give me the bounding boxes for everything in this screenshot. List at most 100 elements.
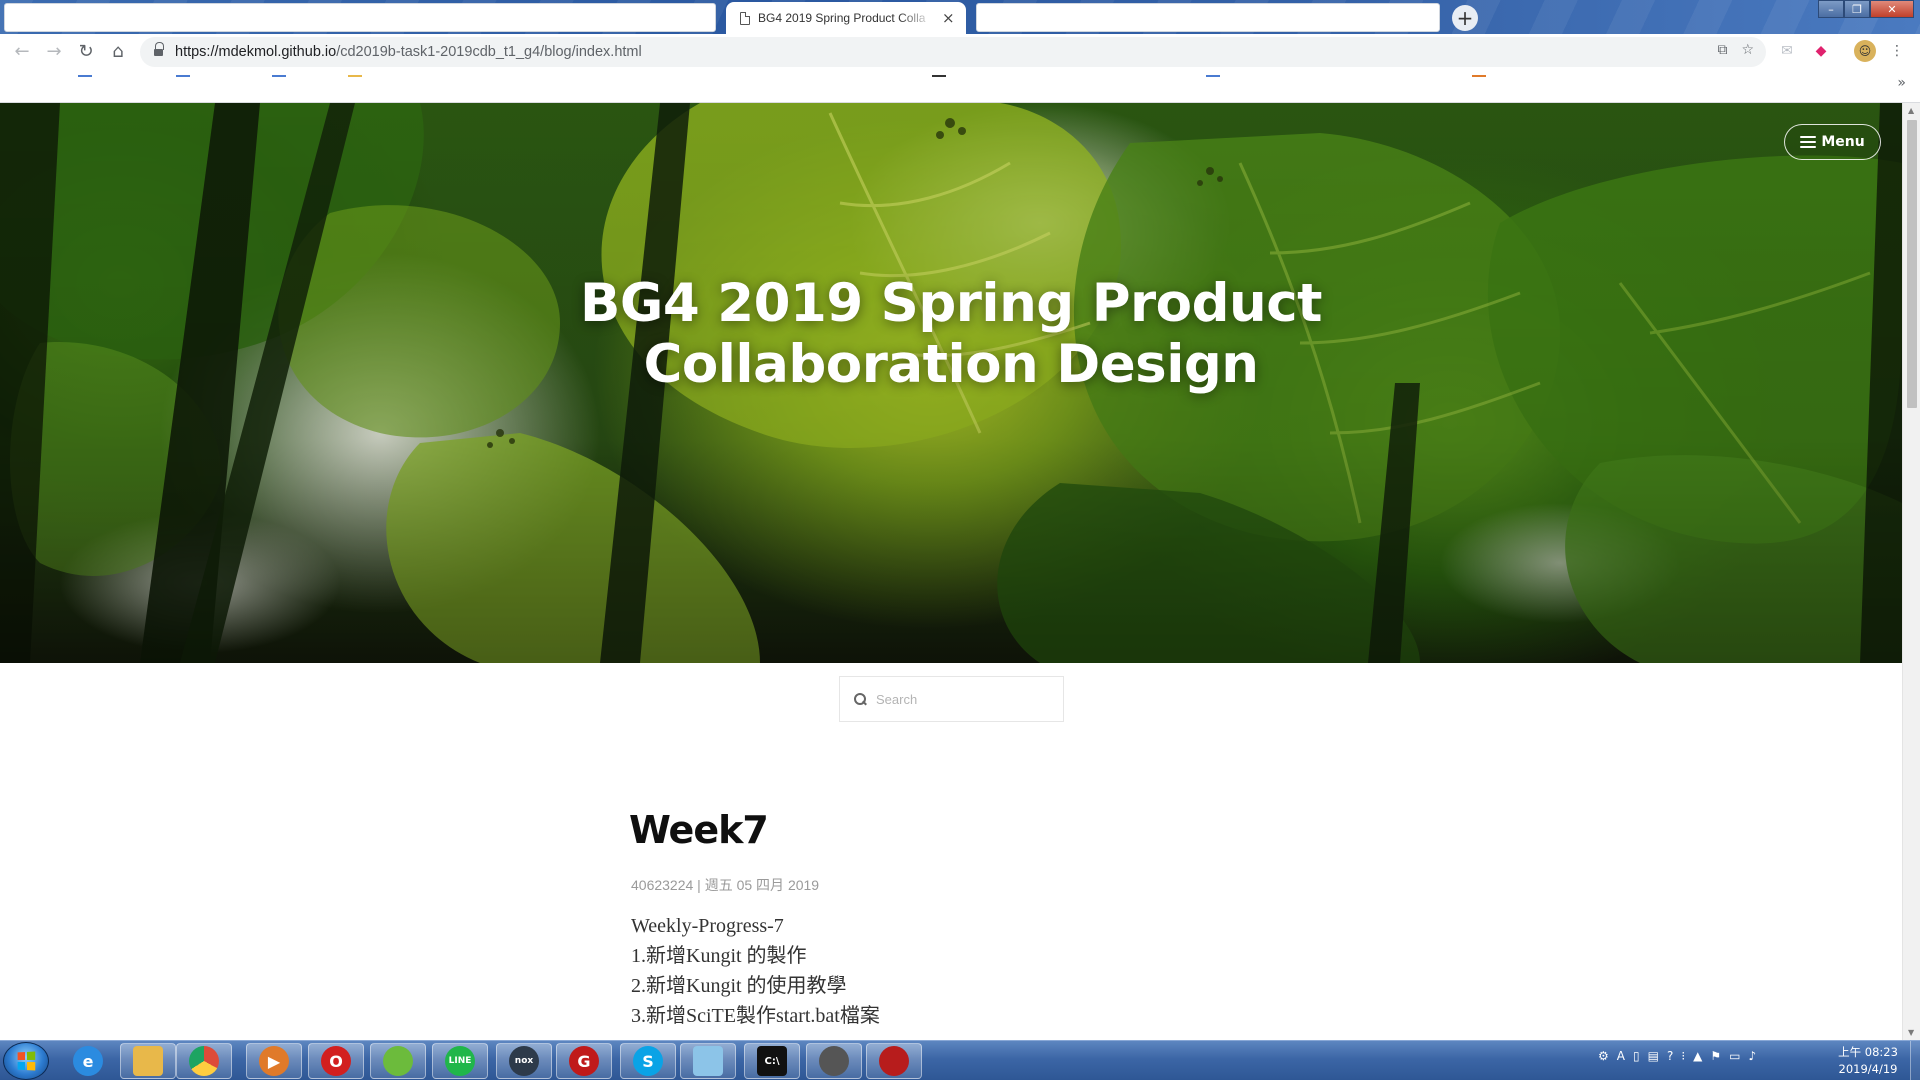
- scrollbar-thumb[interactable]: [1907, 120, 1917, 408]
- bookmark-item[interactable]: [348, 75, 362, 77]
- translate-icon[interactable]: ⧉: [1717, 42, 1727, 58]
- search-icon: [854, 693, 866, 705]
- url-text[interactable]: https://mdekmol.github.io/cd2019b-task1-…: [175, 44, 642, 60]
- post-summary: Weekly-Progress-7 1.新增Kungit 的製作 2.新增Kun…: [631, 911, 880, 1031]
- media-player-icon: ▶: [259, 1046, 289, 1076]
- scroll-down-icon[interactable]: ▼: [1908, 1028, 1914, 1037]
- opera-icon: O: [321, 1046, 351, 1076]
- taskbar-game-button[interactable]: [866, 1043, 922, 1079]
- hero-banner: Menu BG4 2019 Spring Product Collaborati…: [0, 103, 1902, 663]
- bookmark-item[interactable]: [176, 75, 190, 77]
- bookmarks-bar: »: [0, 69, 1920, 103]
- explorer-icon: [133, 1046, 163, 1076]
- show-desktop-button[interactable]: [1910, 1041, 1920, 1080]
- browser-menu-icon[interactable]: ⋮: [1886, 40, 1908, 62]
- extension-icon-2[interactable]: ◆: [1810, 40, 1832, 62]
- post-meta: 40623224 | 週五 05 四月 2019: [631, 877, 820, 893]
- nox-icon: nox: [509, 1046, 539, 1076]
- bookmark-item[interactable]: [932, 75, 946, 77]
- lock-icon[interactable]: [154, 41, 164, 58]
- show-hidden-icons[interactable]: ▲: [1693, 1049, 1702, 1063]
- post-line: 1.新增Kungit 的製作: [631, 945, 807, 967]
- minimize-icon[interactable]: –: [1818, 0, 1844, 18]
- taskbar-opera-button[interactable]: O: [308, 1043, 364, 1079]
- clock-time: 上午 08:23: [1838, 1045, 1898, 1059]
- tab-active[interactable]: BG4 2019 Spring Product Colla ×: [726, 2, 966, 34]
- taskbar-bluestacks-button[interactable]: [370, 1043, 426, 1079]
- notepad-icon: [693, 1046, 723, 1076]
- taskbar-cmd-button[interactable]: C:\: [744, 1043, 800, 1079]
- taskbar-nox-button[interactable]: nox: [496, 1043, 552, 1079]
- bookmark-item[interactable]: [1206, 75, 1220, 77]
- close-window-icon[interactable]: ✕: [1870, 0, 1914, 18]
- taskbar-explorer-button[interactable]: [120, 1043, 176, 1079]
- browser-title-bar: BG4 2019 Spring Product Colla × + – ❐ ✕: [0, 0, 1920, 34]
- new-tab-button[interactable]: +: [1452, 5, 1478, 31]
- hamburger-icon: [1800, 136, 1817, 148]
- garena-icon: G: [569, 1046, 599, 1076]
- profile-avatar[interactable]: ☺: [1854, 40, 1876, 62]
- clock-date: 2019/4/19: [1838, 1062, 1898, 1076]
- tab-blank-1[interactable]: [4, 3, 716, 32]
- site-title: BG4 2019 Spring Product Collaboration De…: [579, 273, 1323, 395]
- tab-title: BG4 2019 Spring Product Colla: [758, 11, 926, 25]
- post-line: 3.新增SciTE製作start.bat檔案: [631, 1005, 880, 1027]
- ie-icon: e: [73, 1046, 103, 1076]
- address-bar[interactable]: https://mdekmol.github.io/cd2019b-task1-…: [140, 37, 1766, 67]
- forward-icon[interactable]: →: [38, 36, 70, 68]
- bookmark-star-icon[interactable]: ☆: [1741, 42, 1754, 58]
- taskbar-sphere-button[interactable]: [806, 1043, 862, 1079]
- bookmark-item[interactable]: [1472, 75, 1486, 77]
- flag-icon[interactable]: ⚑: [1710, 1049, 1721, 1063]
- post-title-link[interactable]: Week7: [629, 808, 769, 852]
- chrome-icon: [189, 1046, 219, 1076]
- browser-toolbar: ← → ↻ ⌂ https://mdekmol.github.io/cd2019…: [0, 34, 1920, 69]
- home-icon[interactable]: ⌂: [102, 36, 134, 68]
- start-button[interactable]: [3, 1042, 49, 1080]
- post-line: Weekly-Progress-7: [631, 915, 784, 937]
- page-icon: [740, 11, 750, 25]
- menu-label: Menu: [1821, 134, 1865, 150]
- input-mode-icon[interactable]: A: [1617, 1049, 1625, 1063]
- system-tray: ⚙ A ▯ ▤ ? ⁝ ▲ ⚑ ▭ ♪: [1598, 1049, 1756, 1063]
- tray-icon[interactable]: ⁝: [1681, 1049, 1685, 1063]
- menu-button[interactable]: Menu: [1784, 124, 1881, 160]
- system-clock[interactable]: 上午 08:23 2019/4/19: [1826, 1044, 1910, 1078]
- volume-icon[interactable]: ♪: [1748, 1049, 1756, 1063]
- taskbar-notepad-button[interactable]: [680, 1043, 736, 1079]
- windows-logo-icon: [17, 1051, 36, 1071]
- taskbar-garena-button[interactable]: G: [556, 1043, 612, 1079]
- game-icon: [879, 1046, 909, 1076]
- extension-icon-1[interactable]: ✉: [1776, 40, 1798, 62]
- reload-icon[interactable]: ↻: [70, 36, 102, 68]
- tab-close-icon[interactable]: ×: [942, 10, 955, 26]
- page-scrollbar[interactable]: ▲ ▼: [1902, 103, 1920, 1040]
- post-line: 2.新增Kungit 的使用教學: [631, 975, 847, 997]
- taskbar-media-player-button[interactable]: ▶: [246, 1043, 302, 1079]
- sphere-icon: [819, 1046, 849, 1076]
- cmd-icon: C:\: [757, 1046, 787, 1076]
- taskbar-chrome-button[interactable]: [176, 1043, 232, 1079]
- network-icon[interactable]: ▭: [1729, 1049, 1740, 1063]
- bluestacks-icon: [383, 1046, 413, 1076]
- search-box[interactable]: [839, 676, 1064, 722]
- search-input[interactable]: [876, 691, 1046, 707]
- page-viewport: Menu BG4 2019 Spring Product Collaborati…: [0, 103, 1902, 1040]
- back-icon[interactable]: ←: [6, 36, 38, 68]
- tray-icon[interactable]: ▤: [1648, 1049, 1659, 1063]
- scroll-up-icon[interactable]: ▲: [1908, 106, 1914, 115]
- taskbar-ie-button[interactable]: e: [60, 1043, 116, 1079]
- bookmark-item[interactable]: [78, 75, 92, 77]
- line-icon: LINE: [445, 1046, 475, 1076]
- bookmarks-more-icon[interactable]: »: [1897, 75, 1906, 91]
- taskbar-skype-button[interactable]: S: [620, 1043, 676, 1079]
- ime-icon[interactable]: ⚙: [1598, 1049, 1609, 1063]
- bookmark-item[interactable]: [272, 75, 286, 77]
- help-icon[interactable]: ?: [1667, 1049, 1673, 1063]
- window-controls: – ❐ ✕: [1818, 0, 1914, 18]
- skype-icon: S: [633, 1046, 663, 1076]
- taskbar-line-button[interactable]: LINE: [432, 1043, 488, 1079]
- tab-blank-2[interactable]: [976, 3, 1440, 32]
- tray-icon[interactable]: ▯: [1633, 1049, 1640, 1063]
- maximize-icon[interactable]: ❐: [1844, 0, 1870, 18]
